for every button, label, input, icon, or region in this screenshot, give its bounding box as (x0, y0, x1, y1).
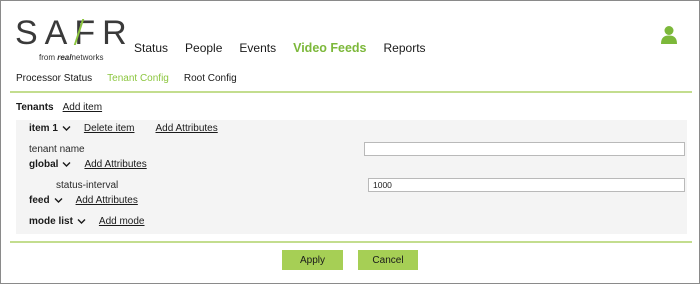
status-interval-row: status-interval (56, 180, 118, 191)
chevron-down-icon[interactable] (54, 196, 63, 205)
footer-divider (10, 241, 692, 243)
logo-sub-prefix: from (39, 53, 55, 62)
tab-processor-status[interactable]: Processor Status (16, 73, 92, 84)
cancel-button[interactable]: Cancel (358, 250, 418, 270)
logo-text: SAFR (15, 14, 134, 52)
tenant-name-label: tenant name (29, 144, 85, 155)
item-add-attributes-link[interactable]: Add Attributes (155, 123, 217, 134)
status-interval-label: status-interval (56, 180, 119, 191)
item-header-row: item 1 Delete item Add Attributes (29, 123, 218, 134)
chevron-down-icon[interactable] (62, 160, 71, 169)
nav-events[interactable]: Events (239, 41, 276, 55)
nav-video-feeds[interactable]: Video Feeds (293, 41, 366, 55)
user-icon[interactable] (660, 25, 678, 45)
add-item-link[interactable]: Add item (63, 102, 102, 113)
tenant-name-input[interactable] (364, 142, 685, 156)
logo-sub-brand: real (57, 53, 72, 62)
nav-status[interactable]: Status (134, 41, 168, 55)
apply-button[interactable]: Apply (282, 250, 343, 270)
global-label: global (29, 159, 59, 170)
status-interval-input[interactable] (368, 178, 685, 192)
logo-subtitle: from realnetworks (39, 53, 103, 62)
feed-add-attributes-link[interactable]: Add Attributes (76, 195, 138, 206)
tab-root-config[interactable]: Root Config (184, 73, 237, 84)
main-nav: Status People Events Video Feeds Reports (134, 41, 443, 55)
nav-people[interactable]: People (185, 41, 222, 55)
mode-list-label: mode list (29, 216, 73, 227)
chevron-down-icon[interactable] (77, 217, 86, 226)
nav-reports[interactable]: Reports (384, 41, 426, 55)
tenants-header: Tenants Add item (16, 102, 102, 113)
feed-row: feed Add Attributes (29, 195, 138, 206)
safr-logo: SAFR from realnetworks (15, 15, 127, 63)
sub-nav: Processor Status Tenant Config Root Conf… (16, 73, 252, 84)
tab-tenant-config[interactable]: Tenant Config (107, 73, 169, 84)
tenant-name-row: tenant name (29, 144, 85, 155)
delete-item-link[interactable]: Delete item (84, 123, 135, 134)
chevron-down-icon[interactable] (62, 124, 71, 133)
global-row: global Add Attributes (29, 159, 147, 170)
mode-list-row: mode list Add mode (29, 216, 145, 227)
feed-label: feed (29, 195, 50, 206)
header-divider (10, 91, 692, 93)
global-add-attributes-link[interactable]: Add Attributes (84, 159, 146, 170)
tenants-title: Tenants (16, 102, 54, 113)
logo-sub-suffix: networks (71, 53, 104, 62)
item-label: item 1 (29, 123, 58, 134)
app-window: SAFR from realnetworks Status People Eve… (0, 0, 700, 284)
tenant-item-panel: item 1 Delete item Add Attributes tenant… (16, 120, 687, 234)
add-mode-link[interactable]: Add mode (99, 216, 145, 227)
